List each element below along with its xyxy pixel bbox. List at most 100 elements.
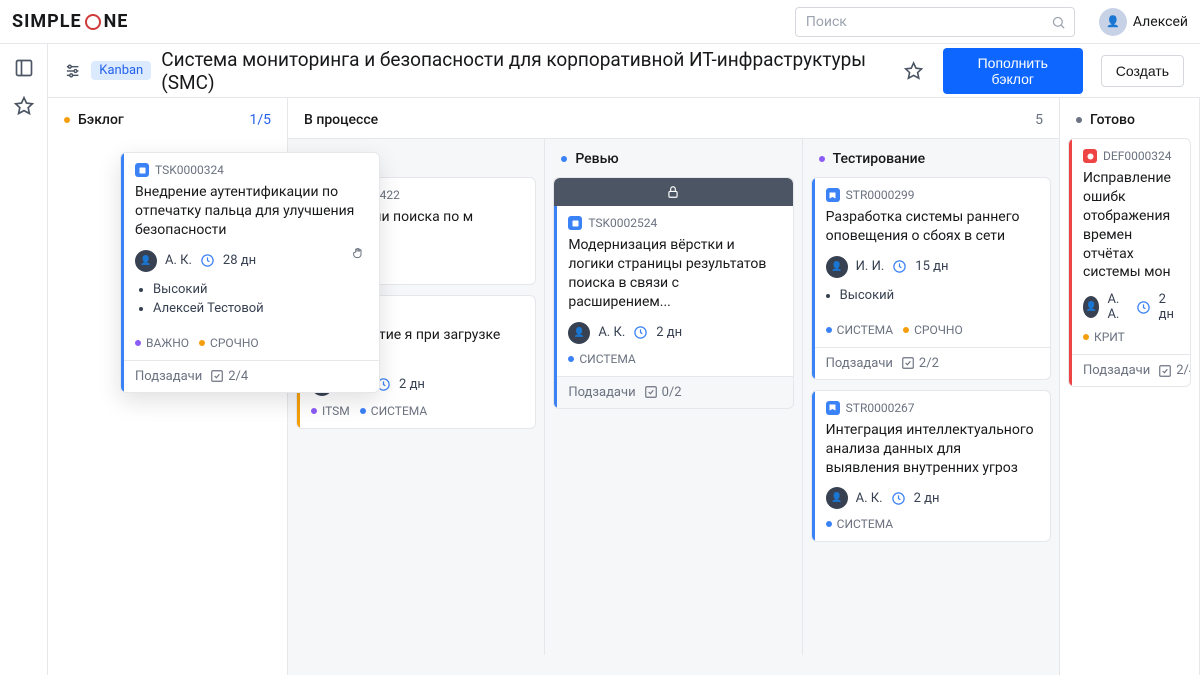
logo-text-2: NE <box>104 11 129 32</box>
fill-backlog-button[interactable]: Пополнить бэклог <box>943 48 1083 94</box>
card-tag: СИСТЕМА <box>579 352 635 366</box>
column-done: Готово DEF0000324 Исправление ошибк отоб… <box>1060 98 1200 675</box>
kanban-card[interactable]: STR0000267 Интеграция интеллектуального … <box>811 390 1051 543</box>
card-id: TSK0002524 <box>588 216 657 230</box>
card-tag: ITSM <box>322 404 350 418</box>
card-title: Интеграция интеллектуального анализа дан… <box>826 421 1038 478</box>
card-title: Внедрение аутентификации по отпечатку па… <box>135 183 367 240</box>
grab-cursor-icon <box>351 245 367 261</box>
column-header: В процессе 5 <box>288 98 1059 139</box>
subtasks-count: 0/2 <box>662 385 682 400</box>
subcolumn-label: Тестирование <box>833 151 925 167</box>
subcolumn-header: Ревью <box>553 139 793 177</box>
card-tag: СИСТЕМА <box>371 404 427 418</box>
clock-icon <box>633 325 648 340</box>
search-icon <box>1051 15 1066 30</box>
column-label: В процессе <box>304 112 378 128</box>
card-days: 15 дн <box>915 259 948 274</box>
card-assignee: И. И. <box>856 259 885 274</box>
clock-icon <box>891 491 906 506</box>
left-sidebar <box>0 44 48 675</box>
avatar: 👤 <box>826 487 848 509</box>
column-process: В процессе 5 В работе STR0000422 <box>288 98 1060 675</box>
dragging-card[interactable]: TSK0000324 Внедрение аутентификации по о… <box>120 152 380 393</box>
card-days: 2 дн <box>1159 292 1178 322</box>
kanban-card[interactable]: STR0000299 Разработка системы раннего оп… <box>811 177 1051 380</box>
clock-icon <box>892 259 907 274</box>
search-placeholder: Поиск <box>806 14 847 30</box>
card-assignee: А. К. <box>598 325 625 340</box>
kanban-card-locked[interactable]: TSK0002524 Модернизация вёрстки и логики… <box>553 177 793 409</box>
subtasks-count: 2/2 <box>919 356 939 371</box>
task-icon <box>568 216 582 230</box>
logo-o-icon <box>85 14 101 30</box>
avatar: 👤 <box>135 250 157 272</box>
create-button[interactable]: Создать <box>1101 55 1184 87</box>
subtasks-label: Подзадачи <box>1083 363 1150 378</box>
subtasks-label: Подзадачи <box>826 356 893 371</box>
card-id: DEF0000324 <box>1103 149 1172 163</box>
column-label: Бэклог <box>78 112 124 128</box>
subcolumn-review: Ревью TSK0002524 Модернизация вёрстки и … <box>545 139 802 655</box>
search-input[interactable]: Поиск <box>795 7 1075 37</box>
avatar: 👤 <box>826 256 848 278</box>
column-count: 5 <box>1035 112 1043 128</box>
card-days: 2 дн <box>656 325 682 340</box>
card-tag: СИСТЕМА <box>837 323 893 337</box>
card-bullet: Алексей Тестовой <box>153 301 367 316</box>
card-tag: КРИТ <box>1094 330 1125 344</box>
logo-text: SIMPLE <box>12 11 82 32</box>
card-id: STR0000299 <box>846 188 915 202</box>
column-header: Готово <box>1060 98 1199 138</box>
card-tag: ВАЖНО <box>146 336 189 350</box>
story-icon <box>826 401 840 415</box>
clock-icon <box>200 253 215 268</box>
checklist-icon: 2/2 <box>901 356 939 371</box>
column-label: Готово <box>1090 112 1135 128</box>
task-icon <box>135 163 149 177</box>
favorite-icon[interactable] <box>904 61 923 81</box>
dot-icon <box>64 117 70 123</box>
user-name: Алексей <box>1133 14 1188 30</box>
card-bullet: Высокий <box>153 282 367 297</box>
checklist-icon: 2/4 <box>210 369 248 384</box>
card-id: TSK0000324 <box>155 163 224 177</box>
dot-icon <box>561 156 567 162</box>
column-header: Бэклог 1/5 <box>48 98 287 138</box>
card-title: Разработка системы раннего оповещения о … <box>826 208 1038 246</box>
subtasks-count: 2/4 <box>1176 363 1191 378</box>
page-title: Система мониторинга и безопасности для к… <box>161 48 893 94</box>
card-days: 2 дн <box>399 377 425 392</box>
subcolumn-testing: Тестирование STR0000299 Разработка систе… <box>803 139 1059 655</box>
filter-icon[interactable] <box>64 62 81 80</box>
card-assignee: А. А. <box>1107 292 1127 322</box>
card-title: Модернизация вёрстки и логики страницы р… <box>568 236 780 312</box>
card-assignee: А. К. <box>165 253 192 268</box>
star-icon[interactable] <box>14 96 34 116</box>
subtasks-label: Подзадачи <box>568 385 635 400</box>
card-title: Исправление ошибк отображения времен отч… <box>1083 169 1178 282</box>
story-icon <box>826 188 840 202</box>
dot-icon <box>819 156 825 162</box>
clock-icon <box>1136 300 1151 315</box>
topbar: SIMPLE NE Поиск 👤 Алексей <box>0 0 1200 44</box>
card-tag: СРОЧНО <box>914 323 963 337</box>
subcolumn-header: Тестирование <box>811 139 1051 177</box>
checklist-icon: 2/4 <box>1158 363 1191 378</box>
dot-icon <box>1076 117 1082 123</box>
kanban-card[interactable]: DEF0000324 Исправление ошибк отображения… <box>1068 138 1191 387</box>
avatar: 👤 <box>568 322 590 344</box>
card-days: 2 дн <box>914 491 940 506</box>
checklist-icon: 0/2 <box>644 385 682 400</box>
defect-icon <box>1083 149 1097 163</box>
card-tag: СРОЧНО <box>210 336 259 350</box>
subtasks-count: 2/4 <box>228 369 248 384</box>
user-menu[interactable]: 👤 Алексей <box>1099 8 1188 36</box>
subcolumn-label: Ревью <box>575 151 618 167</box>
panel-icon[interactable] <box>14 58 34 78</box>
kanban-badge: Kanban <box>91 61 151 80</box>
logo[interactable]: SIMPLE NE <box>12 11 128 32</box>
card-assignee: А. К. <box>856 491 883 506</box>
card-tag: СИСТЕМА <box>837 517 893 531</box>
column-count: 1/5 <box>249 112 271 128</box>
